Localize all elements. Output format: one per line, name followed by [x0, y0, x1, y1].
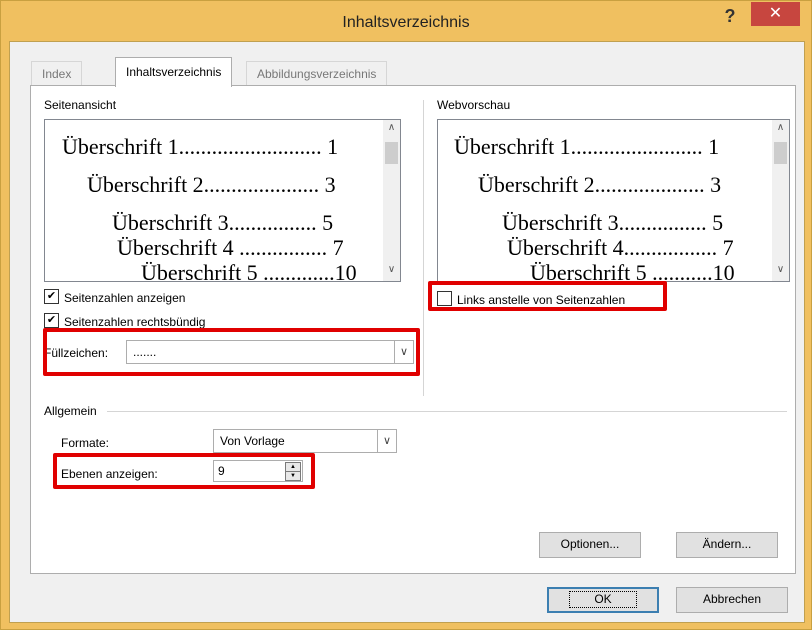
- close-button[interactable]: ✕: [751, 2, 800, 26]
- print-preview-label: Seitenansicht: [44, 98, 117, 112]
- options-button[interactable]: Optionen...: [539, 532, 641, 558]
- tab-figures[interactable]: Abbildungsverzeichnis: [246, 61, 388, 86]
- web-heading-3: Überschrift 3................ 5: [502, 210, 724, 235]
- preview-heading-4: Überschrift 4 ................ 7: [117, 235, 344, 260]
- dialog-window: Inhaltsverzeichnis ? ✕ Index Inhaltsverz…: [0, 0, 812, 630]
- right-align-checkbox[interactable]: ✔: [44, 313, 59, 328]
- scroll-down-icon[interactable]: ∨: [383, 264, 400, 275]
- tab-toc[interactable]: Inhaltsverzeichnis: [115, 57, 233, 87]
- tab-panel: Seitenansicht Überschrift 1.............…: [30, 85, 796, 574]
- formats-select[interactable]: Von Vorlage ∨: [213, 429, 397, 453]
- help-button[interactable]: ?: [717, 5, 743, 29]
- preview-heading-5: Überschrift 5 .............10: [141, 260, 357, 282]
- scroll-down-icon[interactable]: ∨: [772, 264, 789, 275]
- ok-button[interactable]: OK: [547, 587, 659, 613]
- right-align-label[interactable]: Seitenzahlen rechtsbündig: [64, 315, 205, 329]
- dialog-client-area: Index Inhaltsverzeichnis Abbildungsverze…: [9, 41, 805, 623]
- tab-index[interactable]: Index: [31, 61, 83, 86]
- preview-heading-2: Überschrift 2..................... 3: [87, 172, 336, 197]
- scroll-thumb[interactable]: [385, 142, 398, 164]
- general-section-label: Allgemein: [44, 404, 97, 418]
- highlight-hyperlinks: [428, 281, 667, 311]
- preview-heading-3: Überschrift 3................ 5: [112, 210, 334, 235]
- highlight-levels: [53, 453, 315, 489]
- web-heading-1: Überschrift 1........................ 1: [454, 134, 720, 159]
- web-preview-box: Überschrift 1........................ 1 …: [437, 119, 790, 282]
- show-page-numbers-label[interactable]: Seitenzahlen anzeigen: [64, 291, 185, 305]
- column-divider: [423, 100, 424, 396]
- web-preview-label: Webvorschau: [437, 98, 511, 112]
- show-page-numbers-checkbox[interactable]: ✔: [44, 289, 59, 304]
- print-preview-scrollbar[interactable]: ∧ ∨: [383, 120, 400, 281]
- title-bar[interactable]: Inhaltsverzeichnis ? ✕: [1, 1, 811, 41]
- dialog-title: Inhaltsverzeichnis: [342, 14, 470, 31]
- scroll-thumb[interactable]: [774, 142, 787, 164]
- web-heading-4: Überschrift 4................. 7: [507, 235, 734, 260]
- formats-label: Formate:: [61, 436, 110, 450]
- highlight-tab-leader: [43, 328, 420, 376]
- scroll-up-icon[interactable]: ∧: [772, 122, 789, 133]
- web-heading-5: Überschrift 5 ...........10: [530, 260, 735, 282]
- formats-value: Von Vorlage: [220, 434, 285, 448]
- ok-button-label: OK: [569, 591, 637, 608]
- chevron-down-icon[interactable]: ∨: [377, 430, 396, 452]
- modify-button[interactable]: Ändern...: [676, 532, 778, 558]
- scroll-up-icon[interactable]: ∧: [383, 122, 400, 133]
- web-heading-2: Überschrift 2.................... 3: [478, 172, 722, 197]
- preview-heading-1: Überschrift 1.......................... …: [62, 134, 339, 159]
- general-divider: [107, 411, 787, 412]
- cancel-button[interactable]: Abbrechen: [676, 587, 788, 613]
- web-preview-scrollbar[interactable]: ∧ ∨: [772, 120, 789, 281]
- print-preview-box: Überschrift 1.......................... …: [44, 119, 401, 282]
